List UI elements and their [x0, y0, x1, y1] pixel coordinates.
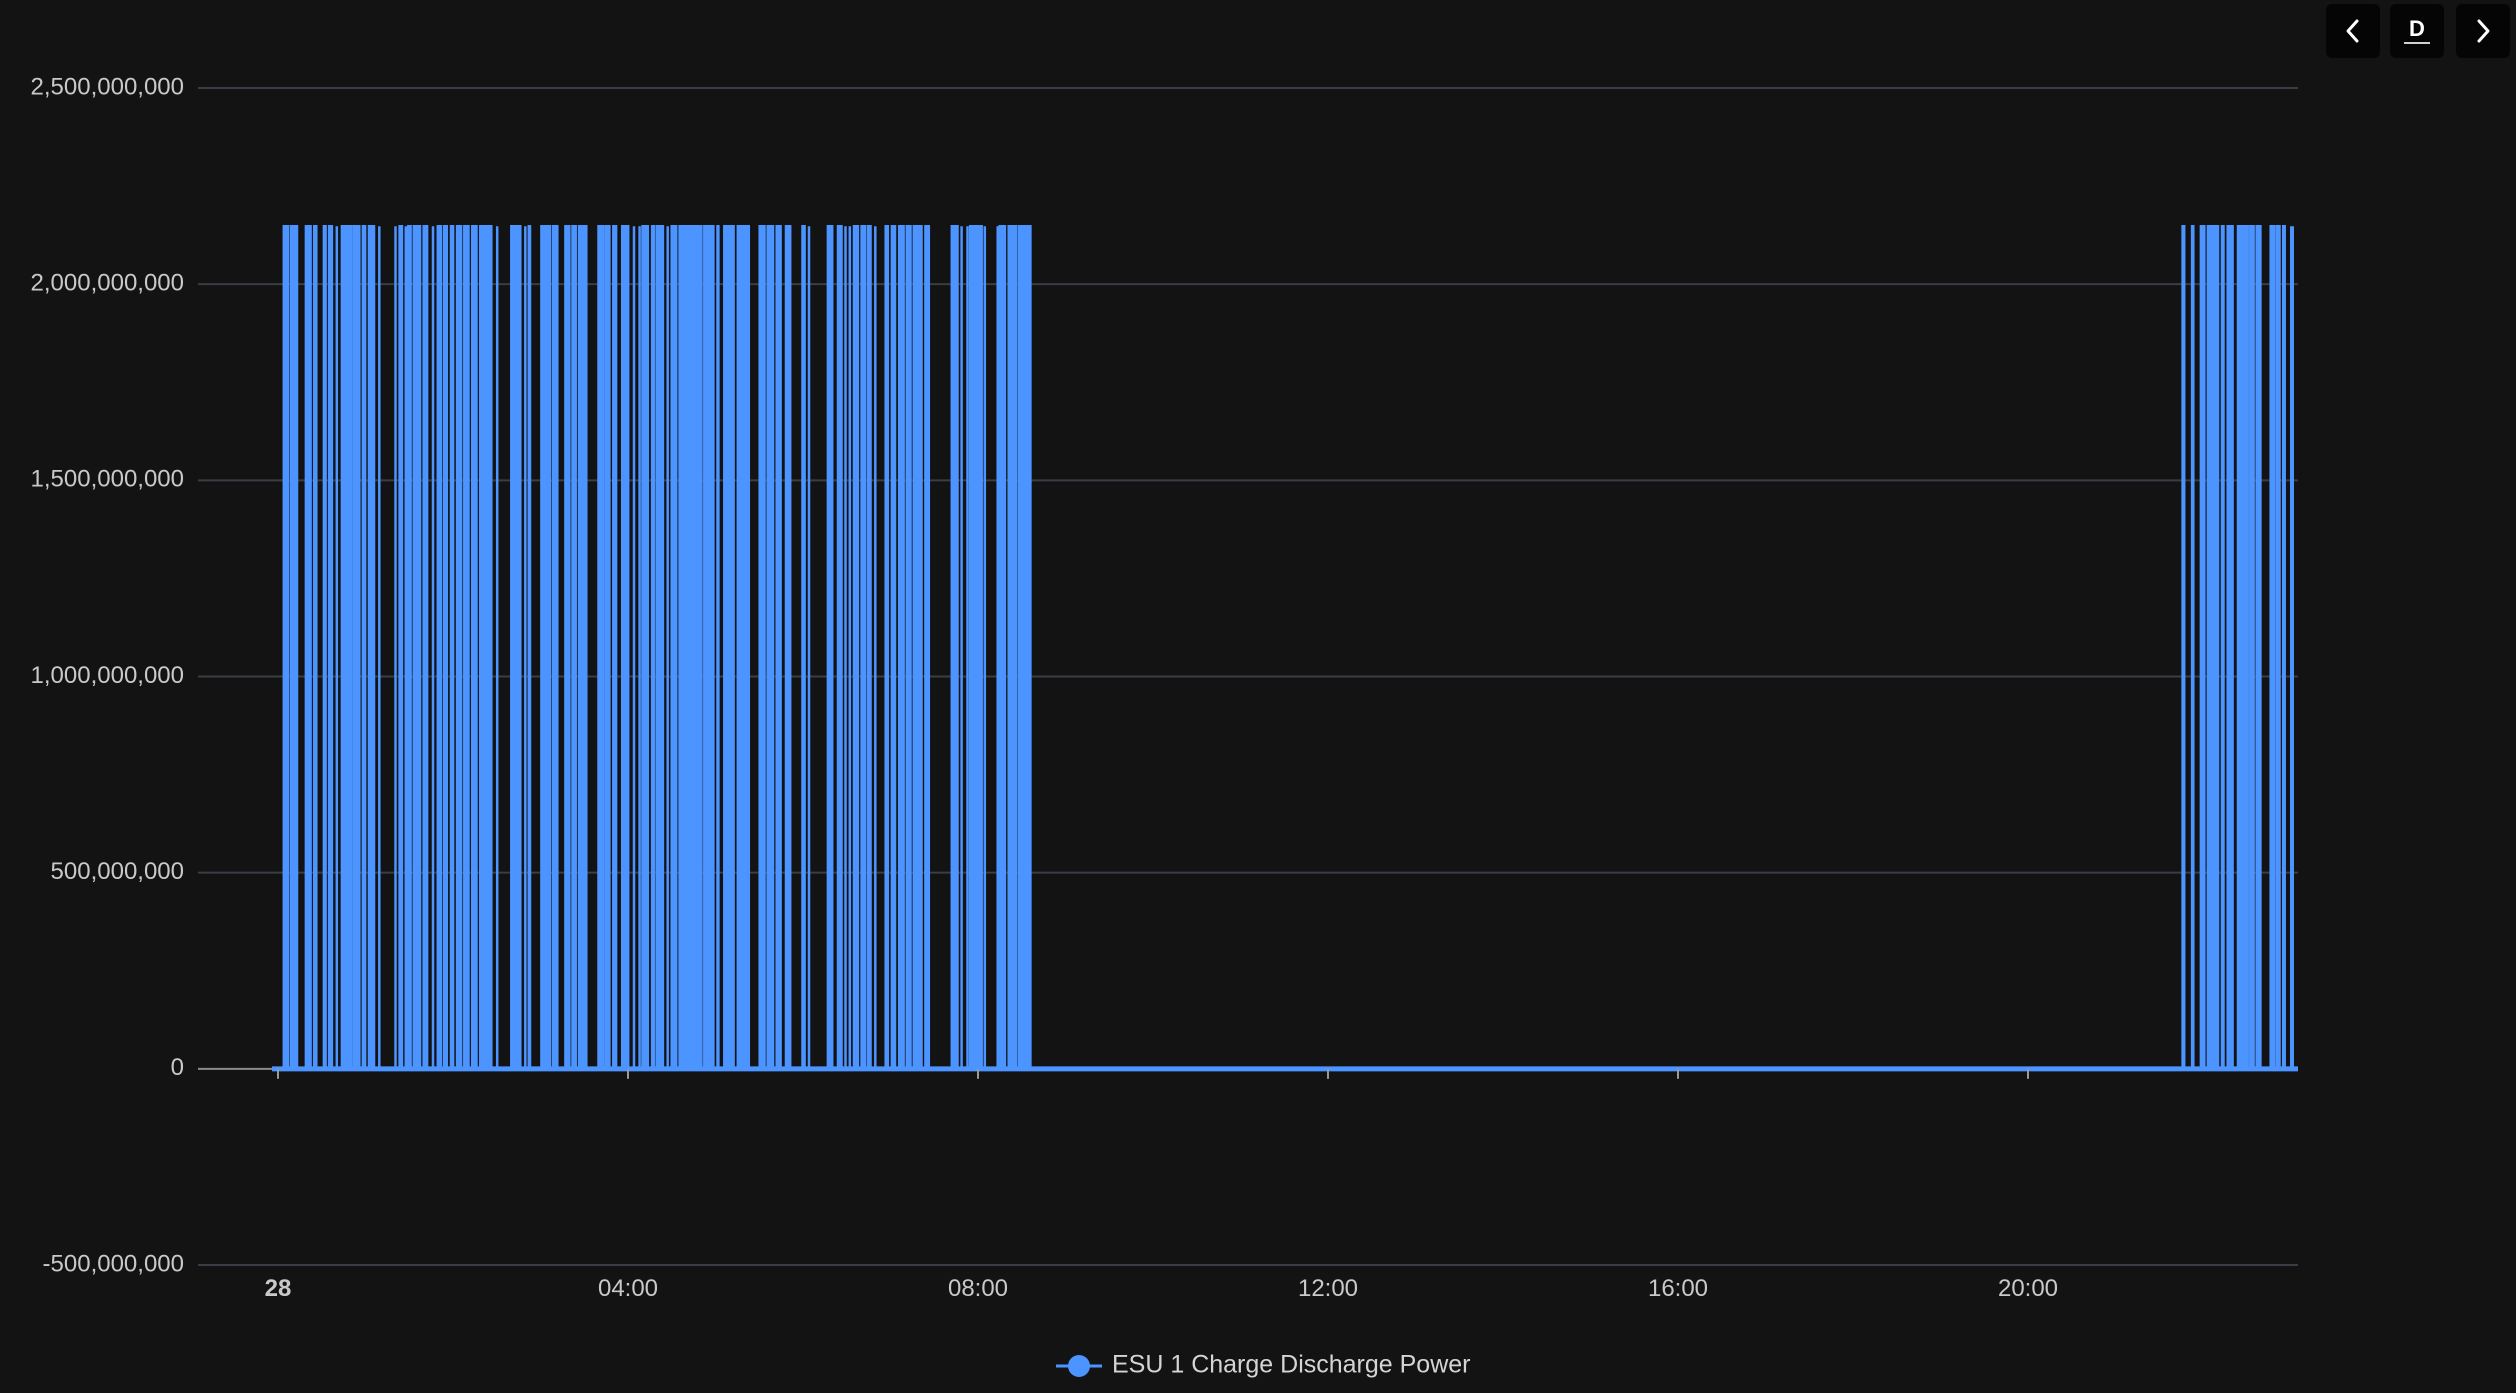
- period-label: D: [2404, 18, 2430, 44]
- y-tick-label: 2,000,000,000: [31, 270, 184, 297]
- legend-series-label: ESU 1 Charge Discharge Power: [1112, 1351, 1471, 1379]
- chevron-right-icon: [2477, 19, 2490, 43]
- series-active-period: [394, 225, 499, 1071]
- legend[interactable]: ESU 1 Charge Discharge Power: [1056, 1351, 1471, 1379]
- y-tick-label: 0: [171, 1054, 184, 1081]
- previous-period-button[interactable]: [2326, 4, 2380, 58]
- series-active-period: [723, 225, 834, 1071]
- chevron-left-icon: [2346, 19, 2359, 43]
- series-layer: [272, 225, 2298, 1072]
- series-active-period: [836, 225, 931, 1071]
- series-active-period: [510, 225, 618, 1071]
- y-tick-label: 500,000,000: [51, 858, 184, 885]
- series-active-period: [2181, 225, 2286, 1071]
- chart: 2,500,000,000 2,000,000,000 1,500,000,000 1…: [0, 0, 2516, 1388]
- y-tick-label: 1,000,000,000: [31, 662, 184, 689]
- x-tick-label: 20:00: [1998, 1275, 2058, 1302]
- series-active-period: [620, 225, 720, 1071]
- x-tick-label: 04:00: [598, 1275, 658, 1302]
- x-tick-label: 08:00: [948, 1275, 1008, 1302]
- y-tick-label: -500,000,000: [43, 1250, 184, 1277]
- y-tick-label: 2,500,000,000: [31, 73, 184, 100]
- chart-svg: 2,500,000,000 2,000,000,000 1,500,000,000 1…: [31, 73, 2298, 1379]
- x-tick-label: 28: [265, 1275, 292, 1302]
- x-tick-label: 12:00: [1298, 1275, 1358, 1302]
- x-tick-label: 16:00: [1648, 1275, 1708, 1302]
- period-select-button[interactable]: D: [2390, 4, 2444, 58]
- series-active-period: [950, 225, 1032, 1071]
- y-tick-label: 1,500,000,000: [31, 466, 184, 493]
- next-period-button[interactable]: [2456, 4, 2510, 58]
- axis-layer: 2,500,000,000 2,000,000,000 1,500,000,000 1…: [31, 73, 2059, 1302]
- legend-marker-dot: [1068, 1355, 1090, 1377]
- series-active-period: [282, 225, 381, 1071]
